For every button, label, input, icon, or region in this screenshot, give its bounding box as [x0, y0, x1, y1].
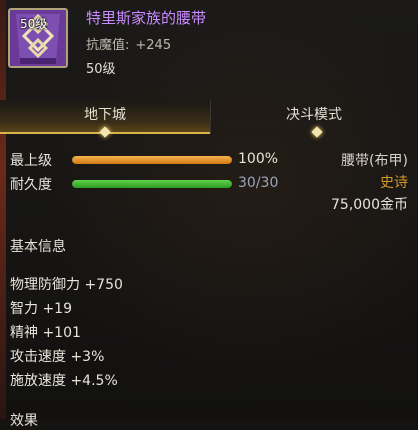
durability-label: 耐久度	[10, 177, 52, 193]
stat-row: 施放速度 +4.5%	[10, 373, 118, 389]
magic-resist-value: +245	[135, 38, 172, 53]
item-name: 特里斯家族的腰带	[86, 9, 207, 27]
item-icon-frame: 50级	[8, 8, 68, 68]
grade-bar-fill	[72, 156, 232, 164]
stat-row: 物理防御力 +750	[10, 277, 123, 293]
item-type: 腰带(布甲)	[341, 153, 408, 169]
tab-dungeon-label: 地下城	[84, 107, 126, 123]
stat-row: 精神 +101	[10, 325, 81, 341]
basic-info-title: 基本信息	[10, 239, 66, 255]
grade-value: 100%	[238, 151, 279, 167]
durability-bar-fill	[72, 180, 232, 188]
left-edge-decoration	[0, 0, 6, 419]
durability-bar	[72, 180, 232, 188]
magic-resist-label: 抗魔值:	[86, 38, 130, 53]
durability-value: 30/30	[238, 175, 279, 191]
grade-label: 最上级	[10, 153, 52, 169]
effects-title: 效果	[10, 413, 38, 429]
tab-duel-label: 决斗模式	[286, 107, 342, 123]
mode-tabs: 地下城 决斗模式	[0, 100, 418, 138]
item-price: 75,000金币	[331, 197, 408, 213]
stat-row: 攻击速度 +3%	[10, 349, 105, 365]
item-rarity: 史诗	[380, 175, 408, 191]
item-magic-resist: 抗魔值: +245	[86, 34, 171, 53]
grade-bar	[72, 156, 232, 164]
item-level: 50级	[86, 62, 116, 77]
stat-row: 智力 +19	[10, 301, 72, 317]
item-level-badge: 50级	[20, 17, 48, 31]
